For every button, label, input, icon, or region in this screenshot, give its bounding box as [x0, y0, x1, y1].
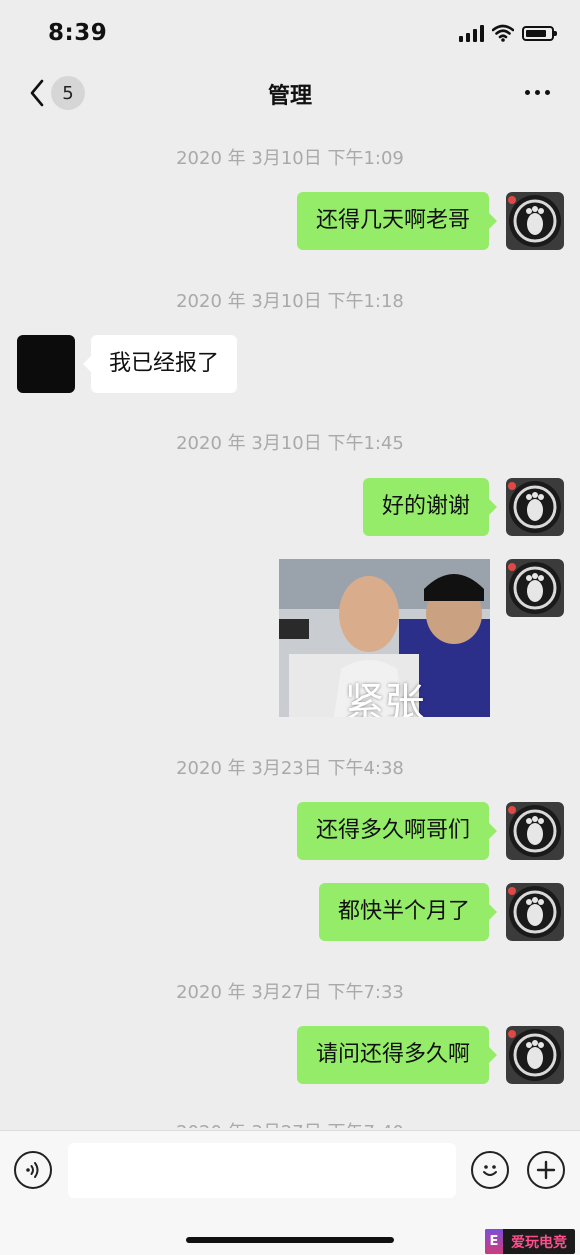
message-bubble[interactable]: 好的谢谢 — [362, 478, 498, 536]
my-avatar[interactable] — [506, 192, 564, 250]
my-avatar[interactable] — [506, 883, 564, 941]
message-bubble[interactable]: 都快半个月了 — [318, 883, 498, 941]
timestamp: 2020 年 3月23日 下午4:38 — [176, 758, 404, 779]
my-avatar[interactable] — [506, 478, 564, 536]
more-icon — [525, 89, 530, 95]
timestamp: 2020 年 3月27日 下午7:33 — [176, 982, 404, 1003]
timestamp: 2020 年 3月10日 下午1:18 — [176, 291, 404, 312]
team-logo-icon — [506, 478, 564, 536]
message-bubble[interactable]: 还得多久啊哥们 — [296, 802, 498, 860]
emoji-button[interactable] — [471, 1151, 509, 1189]
chat-title: 管理 — [267, 84, 312, 109]
team-logo-icon — [506, 802, 564, 860]
watermark-text: 爱玩电竞 — [511, 1234, 567, 1251]
signal-icon — [459, 24, 484, 42]
contact-avatar[interactable] — [17, 335, 75, 393]
chat-header: 5 管理 — [0, 68, 580, 118]
team-logo-icon — [506, 883, 564, 941]
more-button[interactable] — [525, 82, 550, 102]
message-bubble[interactable]: 我已经报了 — [82, 335, 238, 393]
watermark: E 爱玩电竞 — [485, 1229, 575, 1254]
input-bar: E 爱玩电竞 — [0, 1130, 580, 1255]
message-bubble[interactable]: 请问还得多久啊 — [296, 1026, 498, 1084]
voice-icon — [26, 1162, 39, 1178]
watermark-logo: E — [485, 1229, 503, 1254]
status-time: 8:39 — [48, 20, 108, 46]
wifi-icon — [492, 24, 514, 42]
my-avatar[interactable] — [506, 802, 564, 860]
message-input[interactable] — [68, 1143, 456, 1198]
battery-icon — [522, 25, 557, 41]
plus-icon — [536, 1160, 556, 1180]
my-avatar[interactable] — [506, 1026, 564, 1084]
sticker-caption: 紧张 — [344, 680, 425, 717]
add-button[interactable] — [527, 1151, 565, 1189]
sticker-image[interactable]: 紧张 — [279, 559, 490, 717]
timestamp: 2020 年 3月27日 下午7:40 — [0, 1118, 580, 1128]
status-icons — [459, 24, 557, 42]
timestamp: 2020 年 3月10日 下午1:09 — [176, 148, 404, 169]
status-bar: 8:39 — [0, 0, 580, 68]
message-bubble[interactable]: 还得几天啊老哥 — [296, 192, 498, 250]
emoji-icon — [483, 1165, 497, 1176]
message-list[interactable]: 2020 年 3月10日 下午1:09 还得几天啊老哥 2020 年 3月10日… — [0, 118, 580, 1128]
voice-button[interactable] — [14, 1151, 52, 1189]
team-logo-icon — [506, 192, 564, 250]
team-logo-icon — [506, 1026, 564, 1084]
my-avatar[interactable] — [506, 559, 564, 617]
home-indicator[interactable] — [186, 1237, 394, 1243]
timestamp: 2020 年 3月10日 下午1:45 — [176, 433, 404, 454]
team-logo-icon — [506, 559, 564, 617]
